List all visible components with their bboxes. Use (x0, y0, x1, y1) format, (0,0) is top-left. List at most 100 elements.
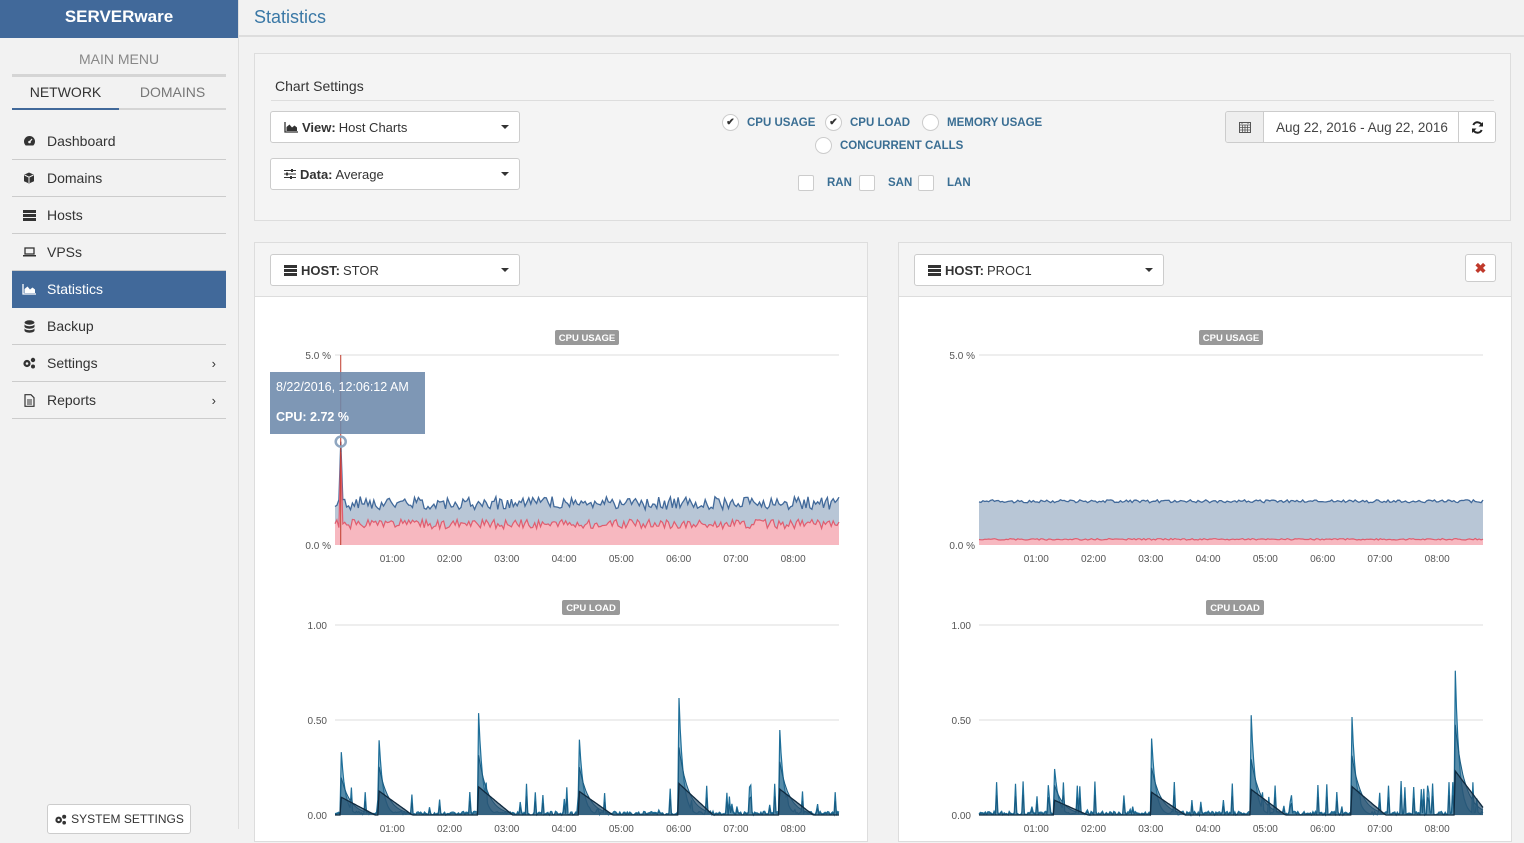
sidebar-item-dashboard[interactable]: Dashboard (12, 123, 226, 160)
metric-label: MEMORY USAGE (947, 116, 1043, 129)
host-dropdown[interactable]: HOST: PROC1 (914, 254, 1164, 286)
tab-domains[interactable]: DOMAINS (119, 77, 226, 110)
y-tick-label: 5.0 % (305, 351, 331, 362)
host-label: HOST: (301, 262, 340, 278)
dashboard-icon (22, 134, 36, 148)
x-tick-label: 08:00 (1425, 824, 1450, 835)
sidebar-item-hosts[interactable]: Hosts (12, 197, 226, 234)
close-icon: ✖ (1474, 259, 1487, 276)
chevron-right-icon: › (211, 392, 216, 408)
metric-cpu-load[interactable]: ✔ CPU LOAD (825, 114, 910, 131)
network-lan[interactable]: LAN (918, 175, 971, 191)
x-tick-label: 05:00 (609, 824, 634, 835)
view-value: Host Charts (338, 119, 408, 135)
file-text-icon (22, 393, 36, 407)
server-icon (22, 208, 36, 222)
network-label: RAN (827, 177, 852, 189)
network-san[interactable]: SAN (859, 175, 912, 191)
sidebar-item-domains[interactable]: Domains (12, 160, 226, 197)
host-panel-stor: HOST: STOR CPU USAGE 0.0 % 5.0 % 01:00 02:00… (254, 242, 868, 842)
host-dropdown[interactable]: HOST: STOR (270, 254, 520, 286)
metric-cpu-usage[interactable]: ✔ CPU USAGE (722, 114, 815, 131)
sidebar-item-backup[interactable]: Backup (12, 308, 226, 345)
refresh-button[interactable] (1458, 112, 1495, 142)
series-line-total (978, 498, 1484, 504)
x-tick-label: 05:00 (1253, 824, 1278, 835)
x-tick-label: 02:00 (1081, 824, 1106, 835)
x-tick-label: 06:00 (666, 554, 691, 565)
checkbox[interactable] (798, 175, 814, 191)
metric-concurrent-calls[interactable]: CONCURRENT CALLS (815, 137, 963, 154)
sidebar-item-settings[interactable]: Settings › (12, 345, 226, 382)
divider (271, 100, 1494, 101)
checkbox[interactable] (859, 175, 875, 191)
data-dropdown[interactable]: Data: Average (270, 158, 520, 190)
network-label: LAN (947, 177, 971, 189)
cube-icon (22, 171, 36, 185)
x-tick-label: 06:00 (666, 824, 691, 835)
x-tick-label: 08:00 (1425, 554, 1450, 565)
y-tick-label: 5.0 % (949, 351, 975, 362)
x-tick-label: 07:00 (723, 824, 748, 835)
host-panel-header: HOST: STOR (255, 243, 867, 297)
tooltip-time: 8/22/2016, 12:06:12 AM (276, 380, 409, 394)
sidebar-item-label: VPSs (47, 244, 83, 260)
checkbox[interactable] (918, 175, 934, 191)
network-ran[interactable]: RAN (798, 175, 852, 191)
view-label: View: (302, 119, 336, 135)
radio-unchecked[interactable] (815, 137, 832, 154)
sidebar-item-label: Backup (47, 318, 94, 334)
view-dropdown[interactable]: View: Host Charts (270, 111, 520, 143)
system-settings-button[interactable]: SYSTEM SETTINGS (47, 804, 191, 834)
server-icon (284, 264, 297, 276)
menu-tabs: NETWORK DOMAINS (12, 74, 226, 110)
metric-label: CPU LOAD (850, 116, 911, 129)
host-value: STOR (343, 262, 379, 278)
x-tick-label: 02:00 (437, 824, 462, 835)
x-tick-label: 03:00 (1138, 824, 1163, 835)
network-label: SAN (888, 177, 913, 189)
sidebar-item-vpss[interactable]: VPSs (12, 234, 226, 271)
check-icon[interactable]: ✔ (825, 114, 842, 131)
x-tick-label: 05:00 (609, 554, 634, 565)
y-tick-label: 0.0 % (305, 541, 331, 552)
data-value: Average (335, 166, 384, 182)
sidebar-item-label: Settings (47, 355, 98, 371)
sliders-icon (284, 169, 296, 179)
sidebar-item-reports[interactable]: Reports › (12, 382, 226, 419)
x-tick-label: 01:00 (1024, 554, 1049, 565)
date-range-picker: Aug 22, 2016 - Aug 22, 2016 (1225, 111, 1496, 143)
chart-title: CPU LOAD (1210, 603, 1260, 614)
check-icon[interactable]: ✔ (722, 114, 739, 131)
close-host-button[interactable]: ✖ (1465, 254, 1496, 282)
host-panel-proc1: HOST: PROC1 ✖ CPU USAGE 0.0 % 5.0 % 01:00 02… (898, 242, 1512, 842)
caret-down-icon (501, 172, 509, 176)
y-tick-label: 0.00 (308, 811, 328, 822)
series-area-system (335, 452, 839, 545)
x-tick-label: 06:00 (1310, 554, 1335, 565)
x-tick-label: 04:00 (1196, 824, 1221, 835)
date-range-input[interactable]: Aug 22, 2016 - Aug 22, 2016 (1264, 112, 1458, 142)
sidebar-item-statistics[interactable]: Statistics (12, 271, 226, 308)
system-settings-label: SYSTEM SETTINGS (71, 812, 184, 826)
series-line-total (334, 441, 840, 512)
gears-icon (22, 356, 36, 370)
host-label: HOST: (945, 262, 984, 278)
tab-network[interactable]: NETWORK (12, 77, 119, 110)
host-charts-proc1[interactable]: CPU USAGE 0.0 % 5.0 % 01:00 02:00 03:00 04:00 0… (899, 297, 1513, 843)
refresh-icon (1471, 120, 1483, 134)
chart-title: CPU USAGE (559, 333, 615, 344)
y-tick-label: 1.00 (952, 621, 972, 632)
calendar-icon[interactable] (1226, 112, 1264, 142)
x-tick-label: 07:00 (1367, 554, 1392, 565)
y-tick-label: 0.50 (952, 716, 972, 727)
y-tick-label: 0.50 (308, 716, 328, 727)
brand-logo: SERVERware (0, 0, 238, 38)
database-icon (22, 319, 36, 333)
host-value: PROC1 (987, 262, 1032, 278)
laptop-icon (22, 245, 36, 259)
radio-unchecked[interactable] (922, 114, 939, 131)
metric-memory-usage[interactable]: MEMORY USAGE (922, 114, 1042, 131)
y-tick-label: 0.0 % (949, 541, 975, 552)
data-label: Data: (300, 166, 333, 182)
